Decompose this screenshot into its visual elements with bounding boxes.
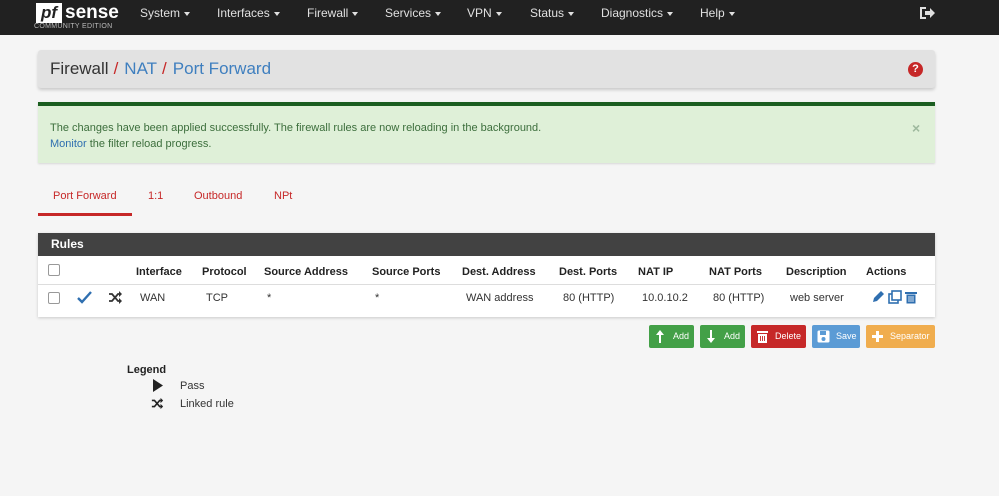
edit-icon[interactable] — [871, 290, 885, 304]
legend-pass: Pass — [180, 380, 205, 392]
cell-protocol: TCP — [206, 292, 228, 304]
col-dest-ports: Dest. Ports — [559, 266, 618, 278]
alert-message-2-text: the filter reload progress. — [86, 138, 212, 150]
nav-system[interactable]: System — [140, 0, 191, 35]
chevron-down-icon — [667, 11, 674, 16]
nav-status[interactable]: Status — [530, 0, 575, 35]
legend-title: Legend — [127, 364, 167, 376]
success-alert: The changes have been applied successful… — [38, 102, 935, 163]
header-divider — [38, 284, 935, 285]
add-bottom-button[interactable]: Add — [700, 325, 745, 348]
logo-edition: COMMUNITY EDITION — [34, 23, 113, 30]
breadcrumb-nat[interactable]: NAT — [124, 59, 157, 78]
breadcrumb-port-forward[interactable]: Port Forward — [173, 59, 271, 78]
help-icon[interactable]: ? — [908, 62, 923, 77]
nav-vpn[interactable]: VPN — [467, 0, 502, 35]
chevron-down-icon — [273, 11, 280, 16]
col-description: Description — [786, 266, 847, 278]
nav-interfaces-label: Interfaces — [217, 6, 270, 20]
active-tab-indicator — [38, 213, 132, 216]
sign-out-icon[interactable] — [919, 6, 935, 20]
col-dest-address: Dest. Address — [462, 266, 536, 278]
breadcrumb-panel: Firewall / NAT / Port Forward — [38, 50, 935, 88]
cell-nat-ip: 10.0.10.2 — [642, 292, 688, 304]
legend-linked-rule: Linked rule — [180, 398, 234, 410]
add-top-button[interactable]: Add — [649, 325, 694, 348]
nav-services-label: Services — [385, 6, 432, 20]
col-protocol: Protocol — [202, 266, 247, 278]
col-interface: Interface — [136, 266, 182, 278]
col-source-ports: Source Ports — [372, 266, 441, 278]
breadcrumb-firewall: Firewall — [50, 59, 109, 78]
arrow-down-icon — [707, 330, 715, 343]
cell-source-ports: * — [375, 292, 380, 304]
arrow-up-icon — [656, 330, 664, 343]
cell-dest-ports: 80 (HTTP) — [563, 292, 615, 304]
tab-npt[interactable]: NPt — [274, 190, 292, 202]
separator-button[interactable]: Separator — [866, 325, 935, 348]
trash-icon[interactable] — [904, 290, 918, 304]
nav-diagnostics[interactable]: Diagnostics — [601, 0, 674, 35]
col-source-address: Source Address — [264, 266, 348, 278]
tab-port-forward[interactable]: Port Forward — [53, 190, 117, 202]
nav-services[interactable]: Services — [385, 0, 442, 35]
nav-firewall-label: Firewall — [307, 6, 349, 20]
trash-icon — [757, 331, 768, 343]
col-actions: Actions — [866, 266, 907, 278]
cell-nat-ports: 80 (HTTP) — [713, 292, 765, 304]
col-nat-ip: NAT IP — [638, 266, 674, 278]
separator-label: Separator — [890, 331, 930, 341]
nav-help-label: Help — [700, 6, 725, 20]
breadcrumb-separator: / — [162, 59, 167, 78]
logo-sense: sense — [65, 2, 119, 23]
alert-message: The changes have been applied successful… — [50, 122, 542, 134]
save-label: Save — [836, 331, 857, 341]
nav-diagnostics-label: Diagnostics — [601, 6, 664, 20]
logo-pf: pf — [36, 3, 62, 23]
cell-interface: WAN — [140, 292, 166, 304]
monitor-link[interactable]: Monitor — [50, 138, 87, 150]
check-icon[interactable] — [77, 291, 92, 304]
chevron-down-icon — [495, 11, 502, 16]
save-button[interactable]: Save — [812, 325, 860, 348]
nav-status-label: Status — [530, 6, 565, 20]
plus-icon — [872, 331, 883, 342]
chevron-down-icon — [435, 11, 442, 16]
top-navbar: pf sense COMMUNITY EDITION System Interf… — [0, 0, 999, 35]
nav-system-label: System — [140, 6, 181, 20]
chevron-down-icon — [568, 11, 575, 16]
shuffle-icon — [109, 291, 122, 304]
delete-label: Delete — [775, 331, 802, 341]
play-icon — [153, 379, 163, 392]
cell-description: web server — [790, 292, 844, 304]
tab-outbound[interactable]: Outbound — [194, 190, 242, 202]
shuffle-icon — [151, 397, 164, 410]
copy-icon[interactable] — [888, 290, 902, 304]
nav-vpn-label: VPN — [467, 6, 492, 20]
col-nat-ports: NAT Ports — [709, 266, 762, 278]
pfsense-logo[interactable]: pf sense COMMUNITY EDITION — [34, 2, 124, 32]
tab-1-1[interactable]: 1:1 — [148, 190, 163, 202]
add-bottom-label: Add — [724, 331, 741, 341]
alert-message-2: Monitor the filter reload progress. — [50, 138, 211, 150]
chevron-down-icon — [184, 11, 191, 16]
chevron-down-icon — [352, 11, 359, 16]
nav-interfaces[interactable]: Interfaces — [217, 0, 280, 35]
cell-source-address: * — [267, 292, 272, 304]
cell-dest-address: WAN address — [466, 292, 534, 304]
select-all-checkbox[interactable] — [48, 264, 60, 276]
delete-button[interactable]: Delete — [751, 325, 806, 348]
chevron-down-icon — [728, 11, 735, 16]
nav-help[interactable]: Help — [700, 0, 735, 35]
rules-title: Rules — [38, 233, 935, 256]
breadcrumb-separator: / — [113, 59, 119, 78]
rules-panel: Rules Interface Protocol Source Address … — [38, 233, 935, 317]
breadcrumb: Firewall / NAT / Port Forward — [50, 59, 271, 79]
row-checkbox[interactable] — [48, 292, 60, 304]
close-icon[interactable]: × — [912, 120, 920, 136]
nav-firewall[interactable]: Firewall — [307, 0, 359, 35]
floppy-disk-icon — [817, 330, 830, 343]
add-top-label: Add — [673, 331, 690, 341]
